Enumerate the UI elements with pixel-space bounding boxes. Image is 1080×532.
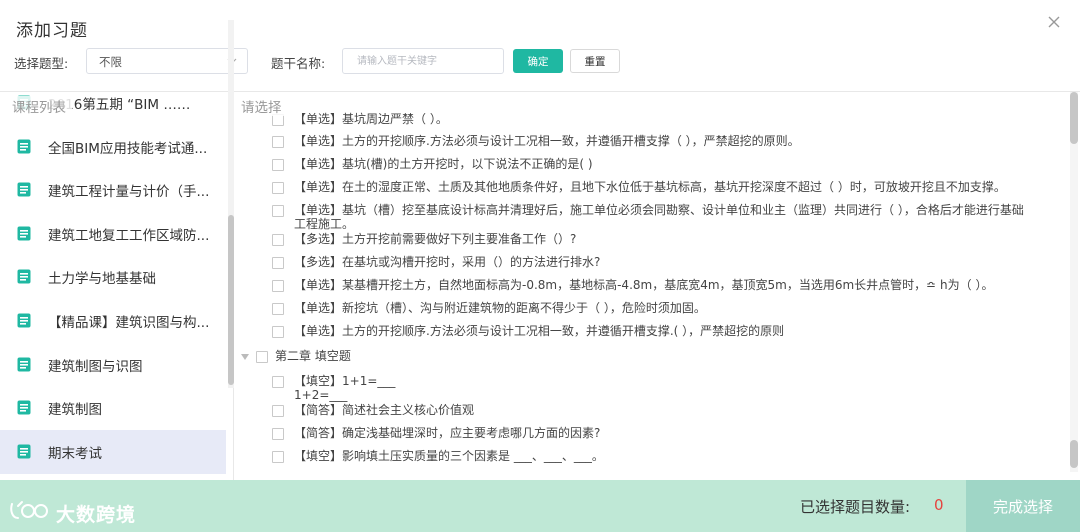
reset-button[interactable]: 重置	[570, 49, 620, 73]
question-text: 【简答】确定浅基础埋深时，应主要考虑哪几方面的因素?	[294, 426, 601, 440]
type-select[interactable]: 不限	[86, 48, 248, 74]
question-checkbox[interactable]	[272, 159, 284, 171]
course-list: 课程列表 2016第五期 “BIM …… 全国BIM应用技能考试通... 建筑工程计…	[0, 92, 234, 480]
question-text: 【单选】基坑周边严禁（ ）。	[294, 112, 448, 126]
question-checkbox[interactable]	[272, 182, 284, 194]
question-text: 【单选】在土的湿度正常、土质及其他地质条件好，且地下水位低于基坑标高，基坑开挖深…	[294, 180, 1006, 194]
question-checkbox[interactable]	[272, 428, 284, 440]
question-text: 【多选】在基坑或沟槽开挖时，采用（）的方法进行排水?	[294, 255, 601, 269]
question-checkbox[interactable]	[272, 136, 284, 148]
question-scroll-thumb[interactable]	[1070, 92, 1078, 144]
question-checkbox[interactable]	[272, 280, 284, 292]
dialog-footer: 大数跨境 已选择题目数量: 0 完成选择	[0, 480, 1080, 532]
question-checkbox[interactable]	[272, 257, 284, 269]
course-icon	[17, 313, 31, 328]
course-icon	[17, 139, 31, 154]
finish-selection-button[interactable]: 完成选择	[966, 480, 1080, 532]
question-checkbox[interactable]	[272, 451, 284, 463]
name-filter-label: 题干名称:	[271, 56, 326, 71]
course-item[interactable]: 建筑制图与识图	[0, 343, 226, 387]
course-icon	[17, 226, 31, 241]
question-text: 【单选】某基槽开挖土方，自然地面标高为-0.8m，基地标高-4.8m，基底宽4m…	[294, 278, 994, 292]
question-scrollbar[interactable]	[1070, 92, 1078, 472]
question-scroll-thumb-lower[interactable]	[1070, 440, 1078, 468]
course-item[interactable]: 建筑工地复工工作区域防...	[0, 212, 226, 256]
question-text: 【填空】1+1=___ 1+2=___	[294, 374, 396, 402]
filter-bar: 选择题型: 不限 题干名称: 确定 重置	[0, 44, 1080, 78]
logo-text: 大数跨境	[56, 504, 137, 526]
dialog-title: 添加习题	[16, 21, 88, 41]
course-label: 建筑制图	[48, 402, 102, 419]
course-item[interactable]: 【精品课】建筑识图与构...	[0, 299, 226, 343]
type-select-value: 不限	[99, 55, 122, 69]
question-checkbox[interactable]	[272, 405, 284, 417]
question-checkbox[interactable]	[272, 376, 284, 388]
course-label: 期末考试	[48, 445, 102, 462]
course-list-scroll-thumb[interactable]	[228, 215, 234, 385]
question-checkbox[interactable]	[272, 326, 284, 338]
course-label: 建筑制图与识图	[48, 358, 143, 375]
course-icon	[17, 444, 31, 459]
question-checkbox[interactable]	[272, 205, 284, 217]
course-label: 建筑工地复工工作区域防...	[48, 227, 210, 244]
course-icon	[17, 357, 31, 372]
dialog-header: 添加习题	[0, 0, 1080, 44]
confirm-button[interactable]: 确定	[513, 49, 563, 73]
course-item[interactable]: 建筑制图	[0, 386, 226, 430]
type-filter-label: 选择题型:	[14, 56, 69, 71]
course-item[interactable]: 建筑工程计量与计价（手...	[0, 168, 226, 212]
question-text: 【多选】土方开挖前需要做好下列主要准备工作（）?	[294, 232, 577, 246]
collapse-triangle-icon[interactable]	[241, 354, 249, 360]
question-text: 【单选】土方的开挖顺序.方法必须与设计工况相一致，并遵循开槽支撑（ ），严禁超挖…	[294, 134, 800, 148]
question-text: 【填空】影响填土压实质量的三个因素是 ___、___、___。	[294, 449, 604, 463]
course-label: 土力学与地基基础	[48, 271, 156, 288]
question-text: 【单选】土方的开挖顺序.方法必须与设计工况相一致，并遵循开槽支撑.( ），严禁超…	[294, 324, 785, 338]
keyword-input[interactable]	[342, 48, 504, 74]
course-label: 2016第五期 “BIM ……	[48, 97, 191, 113]
question-text: 【简答】简述社会主义核心价值观	[294, 403, 475, 417]
course-item[interactable]: 土力学与地基基础	[0, 255, 226, 299]
chapter-title: 第二章 填空题	[275, 349, 351, 363]
question-checkbox[interactable]	[272, 234, 284, 246]
course-item[interactable]: 全国BIM应用技能考试通...	[0, 125, 226, 169]
course-item[interactable]: 期末考试	[0, 429, 226, 474]
question-checkbox[interactable]	[272, 303, 284, 315]
course-list-heading: 课程列表	[12, 96, 72, 116]
course-label: 建筑工程计量与计价（手...	[48, 184, 210, 201]
course-label: 【精品课】建筑识图与构...	[48, 315, 210, 331]
question-tree-heading: 请选择	[241, 96, 288, 116]
course-icon	[17, 269, 31, 284]
question-text: 【单选】新挖坑（槽）、沟与附近建筑物的距离不得少于（ ），危险时须加固。	[294, 301, 706, 315]
chapter-checkbox[interactable]	[256, 351, 268, 363]
question-text: 【单选】基坑（槽）挖至基底设计标高并清理好后，施工单位必须会同勘察、设计单位和业…	[294, 203, 1024, 231]
question-text: 【单选】基坑(槽)的土方开挖时，以下说法不正确的是( )	[294, 157, 593, 171]
question-tree: 请选择 【单选】基坑周边严禁（ ）。【单选】土方的开挖顺序.方法必须与设计工况相…	[236, 92, 1080, 480]
course-icon	[17, 400, 31, 415]
logo-icon	[10, 501, 48, 519]
close-icon[interactable]	[1046, 14, 1062, 30]
selected-count-label: 已选择题目数量:	[800, 498, 911, 516]
selected-count-value: 0	[934, 496, 944, 514]
course-icon	[17, 182, 31, 197]
course-label: 全国BIM应用技能考试通...	[48, 140, 208, 157]
brand-logo: 大数跨境	[8, 498, 158, 526]
